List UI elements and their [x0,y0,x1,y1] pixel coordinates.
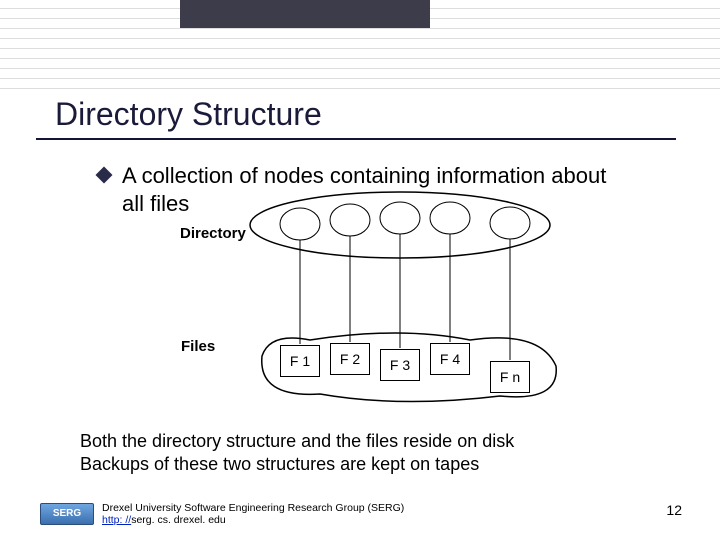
footer: SERG Drexel University Software Engineer… [40,502,404,526]
slide-title: Directory Structure [55,96,322,133]
title-underline [36,138,676,140]
footer-link[interactable]: http: // [102,514,131,526]
file-box-n: F n [490,361,530,393]
bottom-line-1: Both the directory structure and the fil… [80,430,514,453]
files-label: Files [181,338,215,355]
template-topbar [180,0,430,28]
slide: Directory Structure A collection of node… [0,0,720,540]
file-box-4: F 4 [430,343,470,375]
file-box-2: F 2 [330,343,370,375]
serg-logo-icon: SERG [40,503,94,525]
diamond-bullet-icon [96,167,113,184]
footer-org: Drexel University Software Engineering R… [102,502,404,514]
page-number: 12 [666,502,682,518]
footer-text: Drexel University Software Engineering R… [102,502,404,526]
file-box-1: F 1 [280,345,320,377]
bottom-paragraph: Both the directory structure and the fil… [80,430,514,477]
bullet-text: A collection of nodes containing informa… [122,162,632,217]
directory-label: Directory [180,225,246,242]
bottom-line-2: Backups of these two structures are kept… [80,453,514,476]
file-box-3: F 3 [380,349,420,381]
bullet-item: A collection of nodes containing informa… [98,162,632,217]
footer-url-rest: serg. cs. drexel. edu [131,514,226,526]
